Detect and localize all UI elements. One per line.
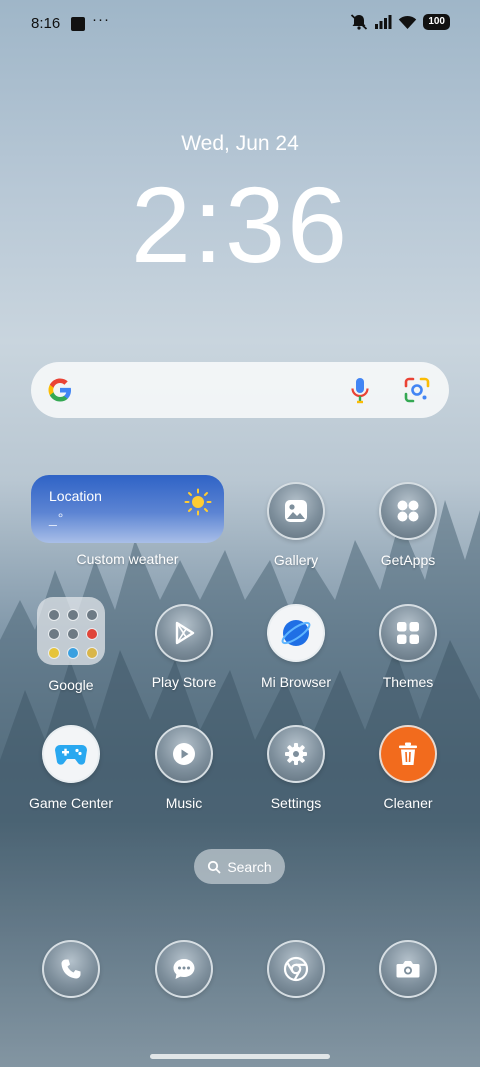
- dock-messages[interactable]: [128, 940, 240, 998]
- camera-icon: [379, 940, 437, 998]
- google-logo-icon: [48, 378, 71, 402]
- app-label: Game Center: [28, 795, 114, 811]
- app-label: Music: [165, 795, 203, 811]
- more-notifications-icon: ···: [92, 11, 110, 28]
- lockscreen-clock[interactable]: 2:36: [0, 162, 480, 287]
- getapps-icon: [379, 482, 437, 540]
- dock-chrome[interactable]: [240, 940, 352, 998]
- google-lens-icon[interactable]: [403, 376, 431, 404]
- app-settings[interactable]: Settings: [240, 725, 352, 811]
- app-label: Settings: [270, 795, 322, 811]
- app-music[interactable]: Music: [128, 725, 240, 811]
- app-label: Gallery: [273, 552, 319, 568]
- microphone-icon[interactable]: [349, 376, 371, 404]
- app-mi-browser[interactable]: Mi Browser: [240, 604, 352, 690]
- game-center-icon: [42, 725, 100, 783]
- google-search-bar[interactable]: [31, 362, 449, 418]
- status-icons: 100: [350, 14, 450, 30]
- weather-location: Location: [49, 488, 102, 504]
- app-label: Themes: [382, 674, 434, 690]
- weather-temperature: _°: [49, 510, 65, 526]
- app-game-center[interactable]: Game Center: [15, 725, 127, 811]
- wifi-icon: [399, 15, 417, 29]
- magnifier-icon: [208, 860, 221, 873]
- themes-icon: [379, 604, 437, 662]
- app-label: GetApps: [380, 552, 436, 568]
- signal-icon: [375, 15, 392, 29]
- music-icon: [155, 725, 213, 783]
- app-play-store[interactable]: Play Store: [128, 604, 240, 690]
- weather-widget-label: Custom weather: [76, 551, 179, 567]
- settings-icon: [267, 725, 325, 783]
- folder-google[interactable]: Google: [15, 597, 127, 693]
- lockscreen-date: Wed, Jun 24: [181, 132, 299, 155]
- messages-icon: [155, 940, 213, 998]
- cleaner-icon: [379, 725, 437, 783]
- app-cleaner[interactable]: Cleaner: [352, 725, 464, 811]
- play-store-icon: [155, 604, 213, 662]
- app-label: Play Store: [151, 674, 217, 690]
- folder-icon: [37, 597, 105, 665]
- sun-icon: [184, 488, 212, 516]
- home-search-button[interactable]: Search: [194, 849, 285, 884]
- status-time: 8:16: [31, 15, 61, 32]
- app-label: Google: [48, 677, 94, 693]
- battery-indicator: 100: [423, 14, 450, 30]
- muted-bell-icon: [351, 14, 368, 30]
- app-gallery[interactable]: Gallery: [240, 482, 352, 568]
- app-themes[interactable]: Themes: [352, 604, 464, 690]
- gesture-home-bar[interactable]: [150, 1054, 330, 1059]
- chrome-icon: [267, 940, 325, 998]
- dock-phone[interactable]: [15, 940, 127, 998]
- phone-icon: [42, 940, 100, 998]
- notification-square-icon: [71, 17, 85, 31]
- home-search-label: Search: [227, 858, 272, 875]
- mi-browser-icon: [267, 604, 325, 662]
- gallery-icon: [267, 482, 325, 540]
- app-label: Cleaner: [383, 795, 433, 811]
- weather-widget[interactable]: Location _°: [31, 475, 224, 543]
- dock-camera[interactable]: [352, 940, 464, 998]
- app-getapps[interactable]: GetApps: [352, 482, 464, 568]
- app-label: Mi Browser: [260, 674, 331, 690]
